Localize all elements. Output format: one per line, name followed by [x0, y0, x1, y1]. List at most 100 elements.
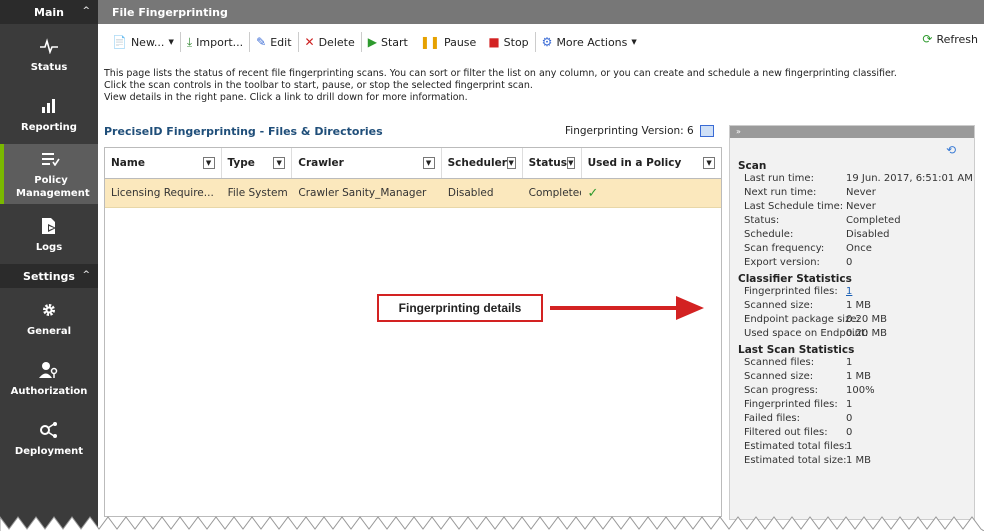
gear-icon: [42, 299, 56, 321]
detail-key: Filtered out files:: [744, 427, 828, 438]
refresh-icon[interactable]: ⟲: [946, 143, 956, 157]
last-scan-details: Scanned files: 1 Scanned size: 1 MB Scan pro…: [730, 356, 974, 468]
annotation-arrow: [550, 296, 704, 320]
detail-row: Scanned size: 1 MB: [730, 370, 974, 384]
detail-row: Export version: 0: [730, 256, 974, 270]
detail-row: Filtered out files: 0: [730, 426, 974, 440]
detail-key: Export version:: [744, 257, 820, 268]
sidebar-item-authorization[interactable]: Authorization: [0, 348, 98, 408]
import-button[interactable]: ⤓ Import...: [181, 32, 251, 52]
detail-key: Scan frequency:: [744, 243, 825, 254]
delete-icon: ✕: [304, 35, 315, 49]
filter-dropdown-icon[interactable]: ▼: [202, 157, 215, 169]
more-actions-button[interactable]: ⚙ More Actions ▼: [536, 32, 643, 52]
sidebar-item-reporting[interactable]: Reporting: [0, 84, 98, 144]
edit-version-icon[interactable]: [699, 125, 714, 137]
description-line: This page lists the status of recent fil…: [104, 68, 897, 79]
stop-label: Stop: [503, 35, 529, 49]
detail-key: Next run time:: [744, 187, 817, 198]
cell-name[interactable]: Licensing Require...: [105, 179, 222, 207]
refresh-label: Refresh: [936, 32, 978, 46]
last-scan-heading: Last Scan Statistics: [738, 344, 855, 356]
sidebar-item-label: General: [27, 325, 71, 337]
actions-icon: ⚙: [541, 35, 553, 49]
cell-scheduler: Disabled: [447, 187, 494, 199]
detail-value: 100%: [846, 385, 875, 396]
detail-value: 0: [846, 257, 853, 268]
pane-collapse-toggle[interactable]: »: [730, 126, 974, 138]
detail-key: Scanned size:: [744, 300, 814, 311]
column-header-crawler[interactable]: Crawler ▼: [292, 148, 442, 178]
sidebar-main-header[interactable]: Main ^: [0, 0, 98, 24]
detail-key: Fingerprinted files:: [744, 399, 838, 410]
filter-dropdown-icon[interactable]: ▼: [703, 157, 716, 169]
column-header-scheduler[interactable]: Scheduler ▼: [442, 148, 523, 178]
sidebar-item-label: Policy Management: [16, 175, 90, 199]
detail-row: Estimated total size: 1 MB: [730, 454, 974, 468]
delete-button[interactable]: ✕ Delete: [299, 32, 362, 52]
list-check-icon: [42, 148, 60, 170]
column-title: Name: [111, 157, 145, 169]
detail-value: 1 MB: [846, 455, 872, 466]
detail-value: Never: [846, 187, 876, 198]
delete-label: Delete: [318, 35, 355, 49]
table-header: Name ▼ Type ▼ Crawler ▼ Scheduler ▼ Status ▼ …: [105, 148, 721, 179]
start-button[interactable]: ▶ Start: [362, 32, 414, 52]
scan-details: Last run time: 19 Jun. 2017, 6:51:01 AM Ne…: [730, 172, 974, 270]
sidebar-item-deployment[interactable]: Deployment: [0, 408, 98, 468]
bar-chart-icon: [41, 95, 57, 117]
play-icon: ▶: [367, 35, 377, 49]
description-line: Click the scan controls in the toolbar t…: [104, 80, 533, 91]
edit-button[interactable]: ✎ Edit: [250, 32, 299, 52]
detail-value: 0.20 MB: [846, 314, 887, 325]
pause-button[interactable]: ❚❚ Pause: [414, 32, 482, 52]
fingerprinting-version-label: Fingerprinting Version: 6: [565, 125, 694, 137]
import-icon: ⤓: [186, 34, 193, 49]
sidebar-item-label: Status: [30, 61, 68, 73]
filter-dropdown-icon[interactable]: ▼: [506, 157, 516, 169]
scan-heading: Scan: [738, 160, 767, 172]
sidebar-item-policy-management[interactable]: Policy Management: [0, 144, 98, 204]
filter-dropdown-icon[interactable]: ▼: [273, 157, 286, 169]
detail-row: Fingerprinted files: 1: [730, 398, 974, 412]
detail-value: Disabled: [846, 229, 890, 240]
table-row[interactable]: Licensing Require... File System Crawler…: [105, 179, 721, 208]
torn-edge: [0, 516, 984, 531]
detail-value: Completed: [846, 215, 901, 226]
sidebar-settings-label: Settings: [23, 269, 75, 283]
stop-button[interactable]: ■ Stop: [482, 32, 536, 52]
user-key-icon: [39, 359, 59, 381]
start-label: Start: [380, 35, 408, 49]
cell-crawler: Crawler Sanity_Manager: [298, 187, 427, 199]
check-icon: ✓: [587, 185, 599, 201]
annotation-callout: Fingerprinting details: [377, 294, 543, 322]
column-header-type[interactable]: Type ▼: [222, 148, 293, 178]
refresh-button[interactable]: ⟳ Refresh: [922, 32, 978, 46]
column-title: Used in a Policy: [587, 157, 682, 169]
sidebar-item-label: Reporting: [21, 121, 77, 133]
sidebar-item-general[interactable]: General: [0, 288, 98, 348]
sidebar-settings-header[interactable]: Settings ^: [0, 264, 98, 288]
new-label: New...: [130, 35, 165, 49]
detail-row: Scanned files: 1: [730, 356, 974, 370]
column-header-status[interactable]: Status ▼: [523, 148, 582, 178]
sidebar-item-status[interactable]: Status: [0, 24, 98, 84]
edit-label: Edit: [270, 35, 292, 49]
filter-dropdown-icon[interactable]: ▼: [422, 157, 435, 169]
detail-value: 1 MB: [846, 300, 872, 311]
sidebar: Main ^ Status Reporting Policy Managemen…: [0, 0, 98, 531]
detail-key: Last run time:: [744, 173, 814, 184]
new-button[interactable]: 📄 New... ▼: [106, 32, 181, 52]
column-header-used-in-policy[interactable]: Used in a Policy ▼: [582, 148, 721, 178]
column-header-name[interactable]: Name ▼: [105, 148, 222, 178]
filter-dropdown-icon[interactable]: ▼: [567, 157, 575, 169]
fingerprinted-files-link[interactable]: 1: [846, 285, 852, 299]
pause-icon: ❚❚: [419, 35, 440, 49]
sidebar-main-label: Main: [34, 5, 64, 19]
description-line: View details in the right pane. Click a …: [104, 92, 468, 103]
detail-value: 1 MB: [846, 371, 872, 382]
detail-key: Last Schedule time:: [744, 201, 844, 212]
fingerprinting-version: Fingerprinting Version: 6: [565, 125, 714, 137]
detail-row: Endpoint package size: 0.20 MB: [730, 313, 974, 327]
sidebar-item-logs[interactable]: Logs: [0, 204, 98, 264]
